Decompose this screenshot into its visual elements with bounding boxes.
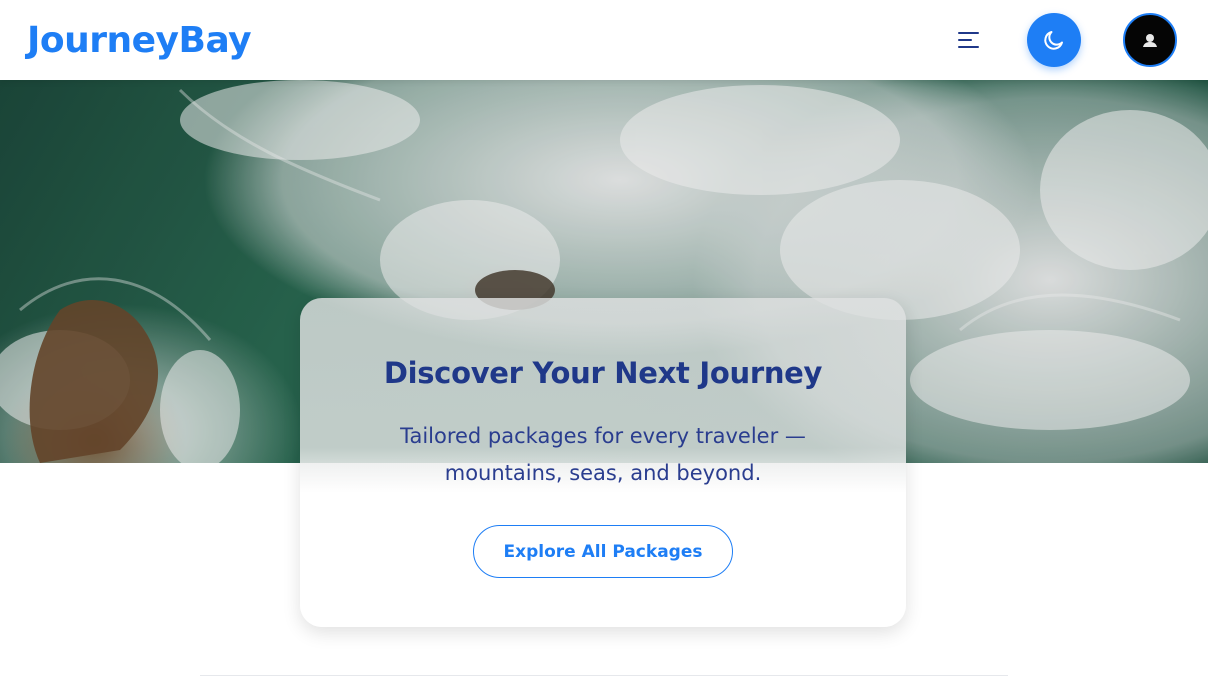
user-avatar-button[interactable]	[1123, 13, 1177, 67]
moon-icon	[1044, 31, 1063, 50]
hero-title: Discover Your Next Journey	[383, 356, 823, 390]
hero-card: Discover Your Next Journey Tailored pack…	[300, 298, 906, 627]
user-avatar-icon	[1143, 34, 1157, 47]
explore-packages-button[interactable]: Explore All Packages	[473, 525, 733, 578]
header-actions	[955, 13, 1177, 67]
menu-icon	[958, 32, 979, 48]
site-header: JourneyBay	[0, 0, 1208, 80]
hero-subtitle: Tailored packages for every traveler — m…	[400, 424, 806, 485]
site-logo[interactable]: JourneyBay	[27, 20, 252, 61]
menu-button[interactable]	[955, 26, 983, 54]
theme-toggle-button[interactable]	[1027, 13, 1081, 67]
